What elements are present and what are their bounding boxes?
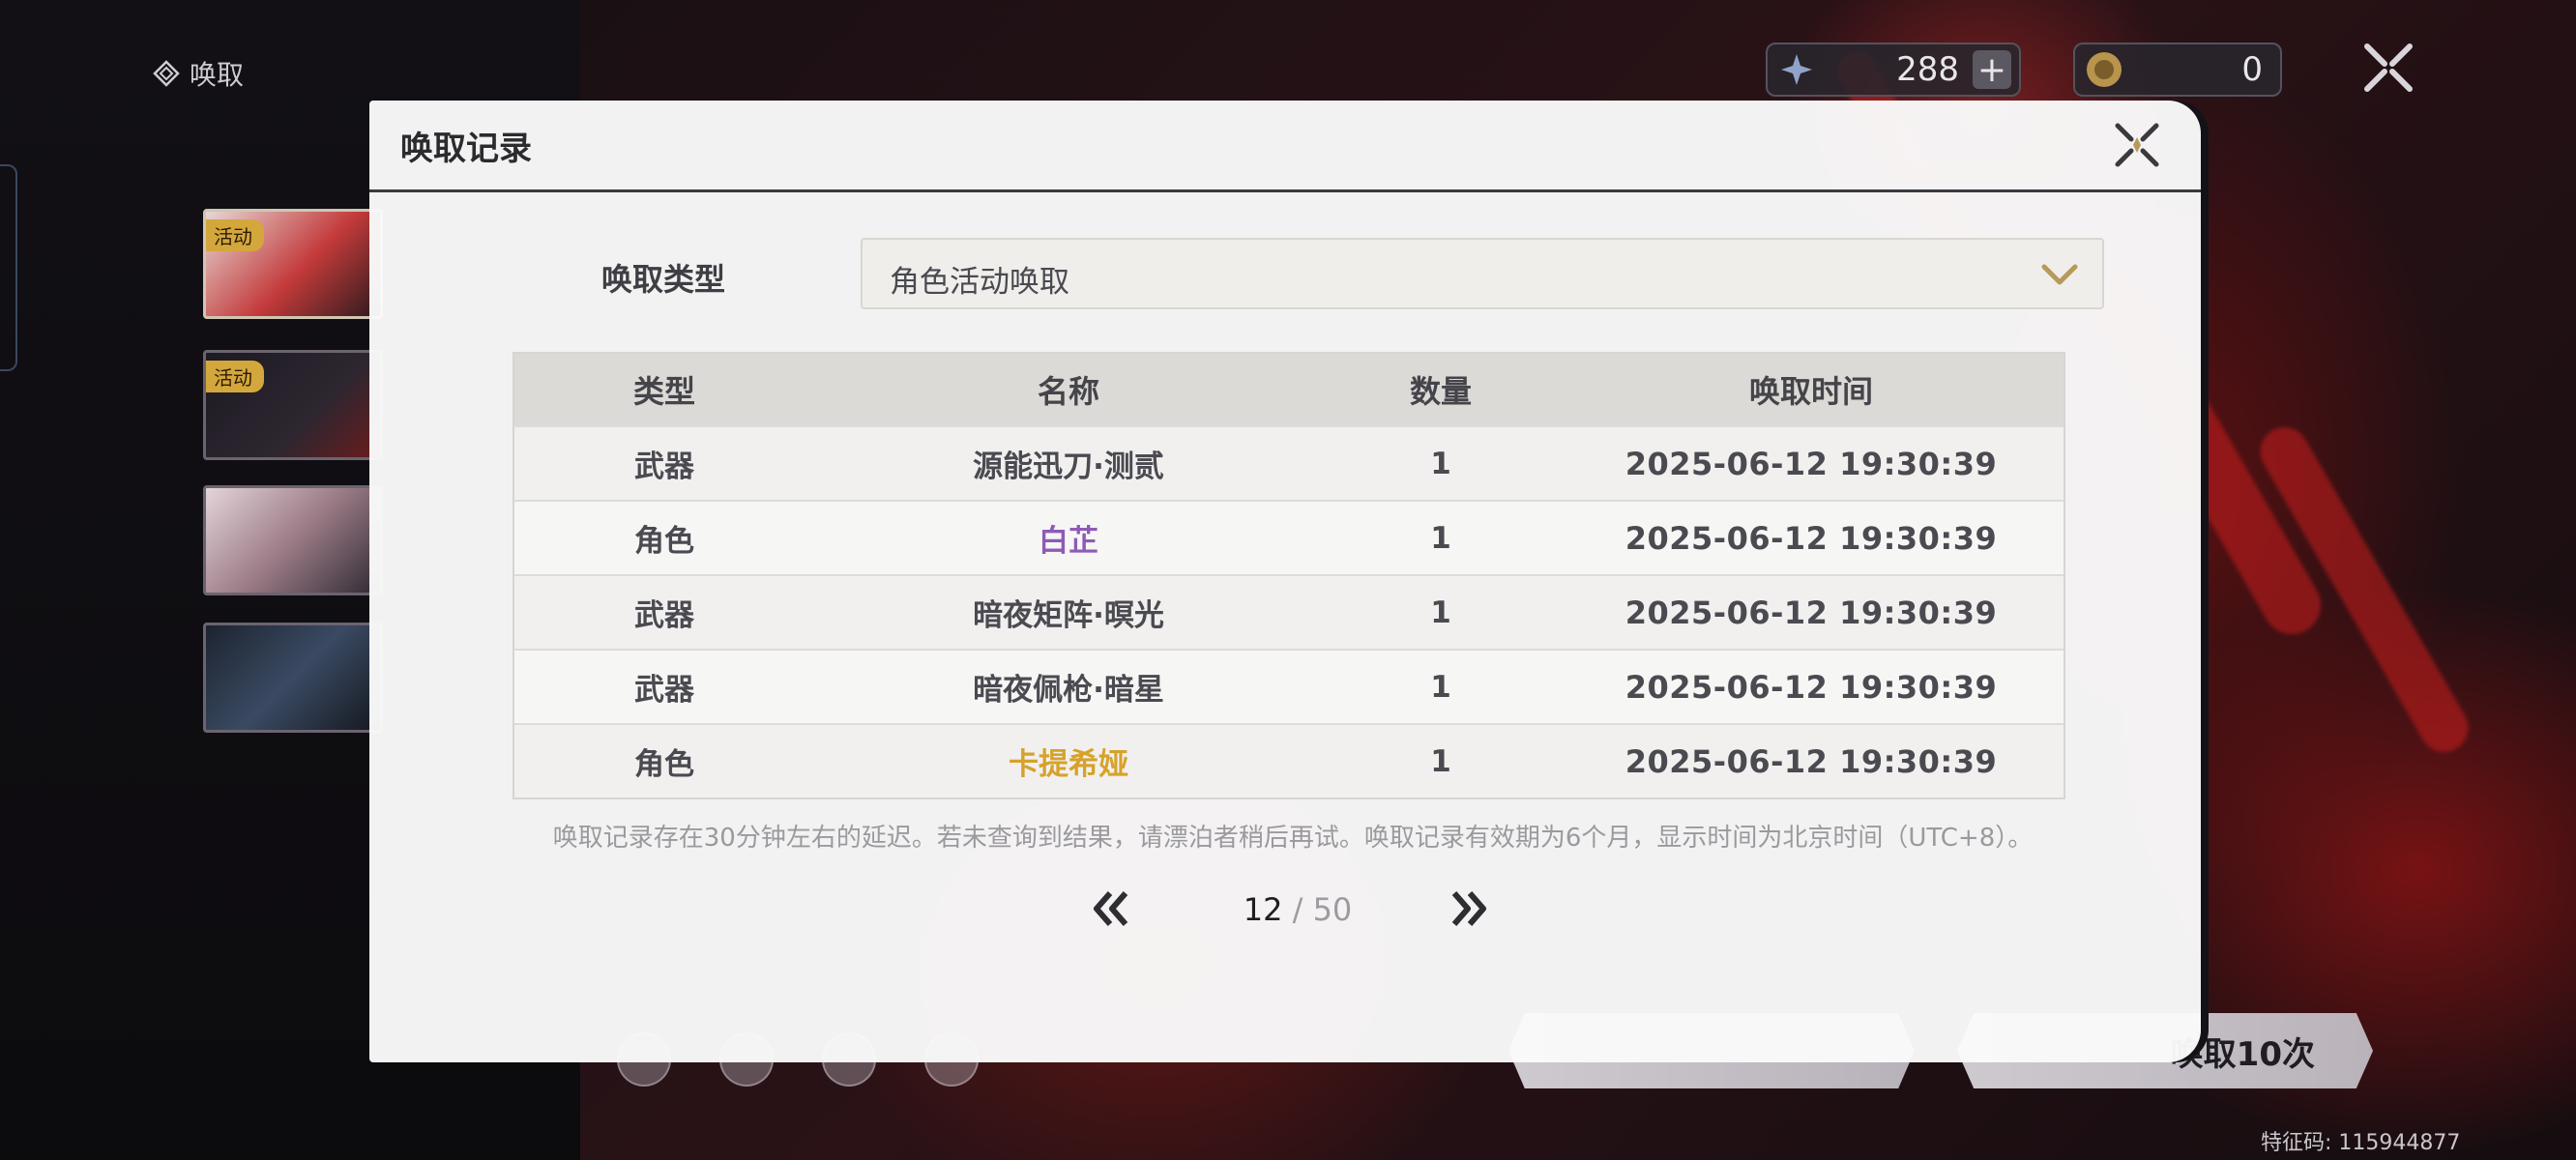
cell-type: 角色 xyxy=(634,524,694,559)
cell-count: 1 xyxy=(1430,446,1451,481)
delay-notice: 唤取记录存在30分钟左右的延迟。若未查询到结果，请漂泊者稍后再试。唤取记录有效期… xyxy=(552,824,2034,853)
banner-card[interactable] xyxy=(203,485,383,595)
dialog-title: 唤取记录 xyxy=(400,130,532,168)
cell-time: 2025-06-12 19:30:39 xyxy=(1625,668,1998,706)
column-header-type: 类型 xyxy=(632,373,695,410)
cell-type: 角色 xyxy=(634,747,694,782)
page-title: 唤取 xyxy=(153,54,244,93)
cell-count: 1 xyxy=(1430,520,1451,556)
banner-tag: 活动 xyxy=(206,361,264,392)
cell-count: 1 xyxy=(1430,743,1451,779)
add-currency-icon[interactable]: + xyxy=(1973,50,2011,90)
next-page-icon[interactable] xyxy=(1443,885,1495,932)
banner-card[interactable]: 活动 xyxy=(203,209,383,319)
column-header-count: 数量 xyxy=(1409,373,1472,410)
filter-row: 唤取类型 角色活动唤取 xyxy=(601,238,2104,311)
table-row: 角色 卡提希娅 1 2025-06-12 19:30:39 xyxy=(514,723,2064,798)
cell-name: 卡提希娅 xyxy=(1009,747,1128,782)
close-icon[interactable] xyxy=(2110,118,2164,172)
exit-icon[interactable] xyxy=(2359,39,2417,97)
cell-type: 武器 xyxy=(634,450,694,484)
convene-icon xyxy=(153,60,180,87)
cell-time: 2025-06-12 19:30:39 xyxy=(1625,594,1998,631)
left-tab-edge[interactable] xyxy=(0,164,17,371)
cell-time: 2025-06-12 19:30:39 xyxy=(1625,445,1998,482)
page-indicator: 12 / 50 xyxy=(1201,891,1394,928)
cell-name: 白芷 xyxy=(1039,524,1098,559)
total-pages: 50 xyxy=(1312,891,1353,928)
current-page: 12 xyxy=(1243,891,1283,928)
page-title-label: 唤取 xyxy=(190,59,245,91)
dropdown-value: 角色活动唤取 xyxy=(890,265,1069,300)
chevron-down-icon xyxy=(2041,264,2078,285)
convene-type-dropdown[interactable]: 角色活动唤取 xyxy=(861,238,2104,309)
dialog-header: 唤取记录 xyxy=(369,101,2201,192)
cell-name: 暗夜佩枪·暗星 xyxy=(973,673,1164,708)
column-header-time: 唤取时间 xyxy=(1748,373,1873,410)
table-row: 武器 暗夜佩枪·暗星 1 2025-06-12 19:30:39 xyxy=(514,649,2064,723)
cell-count: 1 xyxy=(1430,594,1451,630)
astrite-counter[interactable]: 288 + xyxy=(1766,43,2021,97)
column-header-name: 名称 xyxy=(1037,373,1099,410)
astrite-count: 288 xyxy=(1896,50,1959,89)
previous-page-icon[interactable] xyxy=(1085,885,1137,932)
feature-code: 特征码: 115944877 xyxy=(2261,1131,2461,1155)
banner-tag: 活动 xyxy=(206,219,264,251)
convene-record-dialog: 唤取记录 唤取类型 角色活动唤取 类型 名称 数量 唤取时间 武器 源能迅刀·测贰… xyxy=(369,101,2201,1062)
coral-icon xyxy=(2087,52,2122,87)
astrite-icon xyxy=(1781,54,1812,85)
table-row: 角色 白芷 1 2025-06-12 19:30:39 xyxy=(514,500,2064,574)
table-header: 类型 名称 数量 唤取时间 xyxy=(514,354,2064,425)
coral-count: 0 xyxy=(2241,50,2263,89)
cell-name: 暗夜矩阵·暝光 xyxy=(973,598,1164,633)
coral-counter[interactable]: 0 xyxy=(2073,43,2282,97)
cell-count: 1 xyxy=(1430,669,1451,705)
cell-time: 2025-06-12 19:30:39 xyxy=(1625,742,1998,780)
cell-type: 武器 xyxy=(634,598,694,633)
table-row: 武器 源能迅刀·测贰 1 2025-06-12 19:30:39 xyxy=(514,425,2064,500)
cell-name: 源能迅刀·测贰 xyxy=(973,450,1164,484)
convene-record-table: 类型 名称 数量 唤取时间 武器 源能迅刀·测贰 1 2025-06-12 19:30… xyxy=(512,352,2065,799)
filter-label: 唤取类型 xyxy=(601,261,726,298)
banner-card[interactable] xyxy=(203,623,383,733)
page-separator: / xyxy=(1292,891,1303,928)
banner-card[interactable]: 活动 xyxy=(203,350,383,460)
pagination: 12 / 50 xyxy=(1085,882,1510,940)
table-row: 武器 暗夜矩阵·暝光 1 2025-06-12 19:30:39 xyxy=(514,574,2064,649)
cell-time: 2025-06-12 19:30:39 xyxy=(1625,519,1998,557)
cell-type: 武器 xyxy=(634,673,694,708)
